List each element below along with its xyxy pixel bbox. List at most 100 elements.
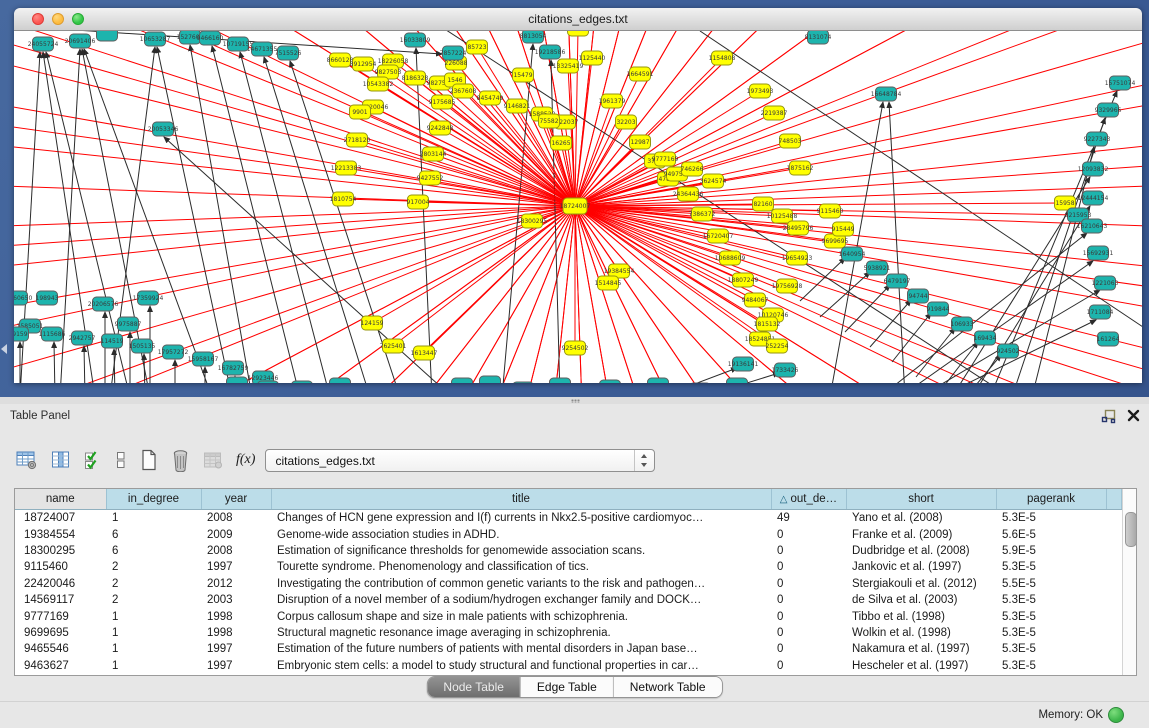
table-cell[interactable]: Investigating the contribution of common…: [271, 576, 771, 592]
table-cell[interactable]: Estimation of the future numbers of pati…: [271, 641, 771, 657]
show-column-icon[interactable]: [51, 450, 71, 470]
graph-node[interactable]: [648, 378, 669, 383]
table-cell[interactable]: [1106, 625, 1121, 641]
table-cell[interactable]: Stergiakouli et al. (2012): [846, 576, 996, 592]
table-select-dropdown[interactable]: citations_edges.txt: [265, 449, 655, 472]
table-row[interactable]: 1872400712008Changes of HCN gene express…: [15, 510, 1121, 527]
panel-splitter[interactable]: [0, 397, 1149, 404]
table-cell[interactable]: 5.5E-5: [996, 576, 1106, 592]
new-table-icon[interactable]: [140, 449, 158, 471]
table-cell[interactable]: Franke et al. (2009): [846, 526, 996, 542]
table-cell[interactable]: 1: [106, 510, 201, 527]
column-header-pagerank[interactable]: pagerank: [996, 489, 1106, 510]
table-cell[interactable]: 2: [106, 559, 201, 575]
graph-node[interactable]: [550, 378, 571, 383]
splitter-grip-icon[interactable]: [571, 399, 580, 403]
table-cell[interactable]: 9463627: [15, 658, 106, 674]
table-settings-icon[interactable]: [16, 450, 38, 470]
table-cell[interactable]: 19384554: [15, 526, 106, 542]
table-cell[interactable]: Genome-wide association studies in ADHD.: [271, 526, 771, 542]
table-cell[interactable]: 1998: [201, 608, 271, 624]
minimize-window-button[interactable]: [52, 13, 64, 25]
column-header-short[interactable]: short: [846, 489, 996, 510]
table-row[interactable]: 2242004622012Investigating the contribut…: [15, 576, 1121, 592]
scrollbar-thumb[interactable]: [1125, 512, 1137, 547]
table-cell[interactable]: de Silva et al. (2003): [846, 592, 996, 608]
column-header-year[interactable]: year: [201, 489, 271, 510]
table-cell[interactable]: 2012: [201, 576, 271, 592]
table-cell[interactable]: 18724007: [15, 510, 106, 527]
table-cell[interactable]: 5.3E-5: [996, 625, 1106, 641]
table-cell[interactable]: 1: [106, 608, 201, 624]
table-cell[interactable]: [1106, 510, 1121, 527]
table-cell[interactable]: 5.3E-5: [996, 658, 1106, 674]
table-cell[interactable]: 5.3E-5: [996, 608, 1106, 624]
table-row[interactable]: 1456911722003Disruption of a novel membe…: [15, 592, 1121, 608]
graph-node[interactable]: [97, 31, 118, 41]
table-cell[interactable]: 9115460: [15, 559, 106, 575]
graph-node[interactable]: [227, 377, 248, 383]
table-cell[interactable]: 2: [106, 576, 201, 592]
table-row[interactable]: 911546021997Tourette syndrome. Phenomeno…: [15, 559, 1121, 575]
table-row[interactable]: 946362711997Embryonic stem cells: a mode…: [15, 658, 1121, 674]
import-table-icon[interactable]: [203, 450, 223, 470]
select-all-icon[interactable]: [84, 450, 102, 470]
table-cell[interactable]: 1997: [201, 658, 271, 674]
column-header-title[interactable]: title: [271, 489, 771, 510]
table-cell[interactable]: 5.3E-5: [996, 510, 1106, 527]
table-cell[interactable]: [1106, 592, 1121, 608]
table-cell[interactable]: 9465546: [15, 641, 106, 657]
table-cell[interactable]: 2008: [201, 510, 271, 527]
graph-node[interactable]: [480, 376, 501, 383]
column-header-out_de…[interactable]: △out_de…: [771, 489, 846, 510]
tab-network-table[interactable]: Network Table: [613, 677, 722, 697]
vertical-scrollbar[interactable]: [1122, 489, 1137, 675]
table-cell[interactable]: 5.6E-5: [996, 526, 1106, 542]
table-cell[interactable]: Changes of HCN gene expression and I(f) …: [271, 510, 771, 527]
table-cell[interactable]: Wolkin et al. (1998): [846, 625, 996, 641]
column-header-name[interactable]: name: [15, 489, 106, 510]
table-cell[interactable]: [1106, 559, 1121, 575]
table-cell[interactable]: 1997: [201, 641, 271, 657]
close-icon[interactable]: [1127, 409, 1140, 422]
table-cell[interactable]: 1: [106, 625, 201, 641]
close-window-button[interactable]: [32, 13, 44, 25]
table-cell[interactable]: Estimation of significance thresholds fo…: [271, 543, 771, 559]
table-cell[interactable]: 0: [771, 641, 846, 657]
table-cell[interactable]: 18300295: [15, 543, 106, 559]
table-cell[interactable]: Hescheler et al. (1997): [846, 658, 996, 674]
graph-node[interactable]: [452, 378, 473, 383]
table-row[interactable]: 969969511998Structural magnetic resonanc…: [15, 625, 1121, 641]
tab-edge-table[interactable]: Edge Table: [520, 677, 613, 697]
delete-table-icon[interactable]: [171, 449, 190, 472]
graph-node[interactable]: [292, 381, 313, 383]
graph-node[interactable]: [727, 378, 748, 383]
table-cell[interactable]: 2: [106, 592, 201, 608]
table-cell[interactable]: Nakamura et al. (1997): [846, 641, 996, 657]
graph-node[interactable]: [600, 380, 621, 383]
table-cell[interactable]: Structural magnetic resonance image aver…: [271, 625, 771, 641]
zoom-window-button[interactable]: [72, 13, 84, 25]
table-cell[interactable]: 9699695: [15, 625, 106, 641]
table-cell[interactable]: Embryonic stem cells: a model to study s…: [271, 658, 771, 674]
table-cell[interactable]: 49: [771, 510, 846, 527]
table-cell[interactable]: Tibbo et al. (1998): [846, 608, 996, 624]
table-row[interactable]: 977716911998Corpus callosum shape and si…: [15, 608, 1121, 624]
graph-node[interactable]: [513, 382, 534, 383]
tab-node-table[interactable]: Node Table: [427, 677, 520, 697]
table-cell[interactable]: [1106, 543, 1121, 559]
table-cell[interactable]: 1997: [201, 559, 271, 575]
dropdown-spinner-icon[interactable]: [634, 450, 654, 471]
graph-node[interactable]: [258, 381, 279, 383]
table-cell[interactable]: 1: [106, 641, 201, 657]
table-cell[interactable]: 1998: [201, 625, 271, 641]
table-cell[interactable]: Corpus callosum shape and size in male p…: [271, 608, 771, 624]
table-row[interactable]: 946554611997Estimation of the future num…: [15, 641, 1121, 657]
table-cell[interactable]: 6: [106, 543, 201, 559]
table-cell[interactable]: 2008: [201, 543, 271, 559]
table-cell[interactable]: 14569117: [15, 592, 106, 608]
table-cell[interactable]: 5.3E-5: [996, 641, 1106, 657]
table-cell[interactable]: 2009: [201, 526, 271, 542]
table-row[interactable]: 1830029562008Estimation of significance …: [15, 543, 1121, 559]
table-cell[interactable]: 2003: [201, 592, 271, 608]
